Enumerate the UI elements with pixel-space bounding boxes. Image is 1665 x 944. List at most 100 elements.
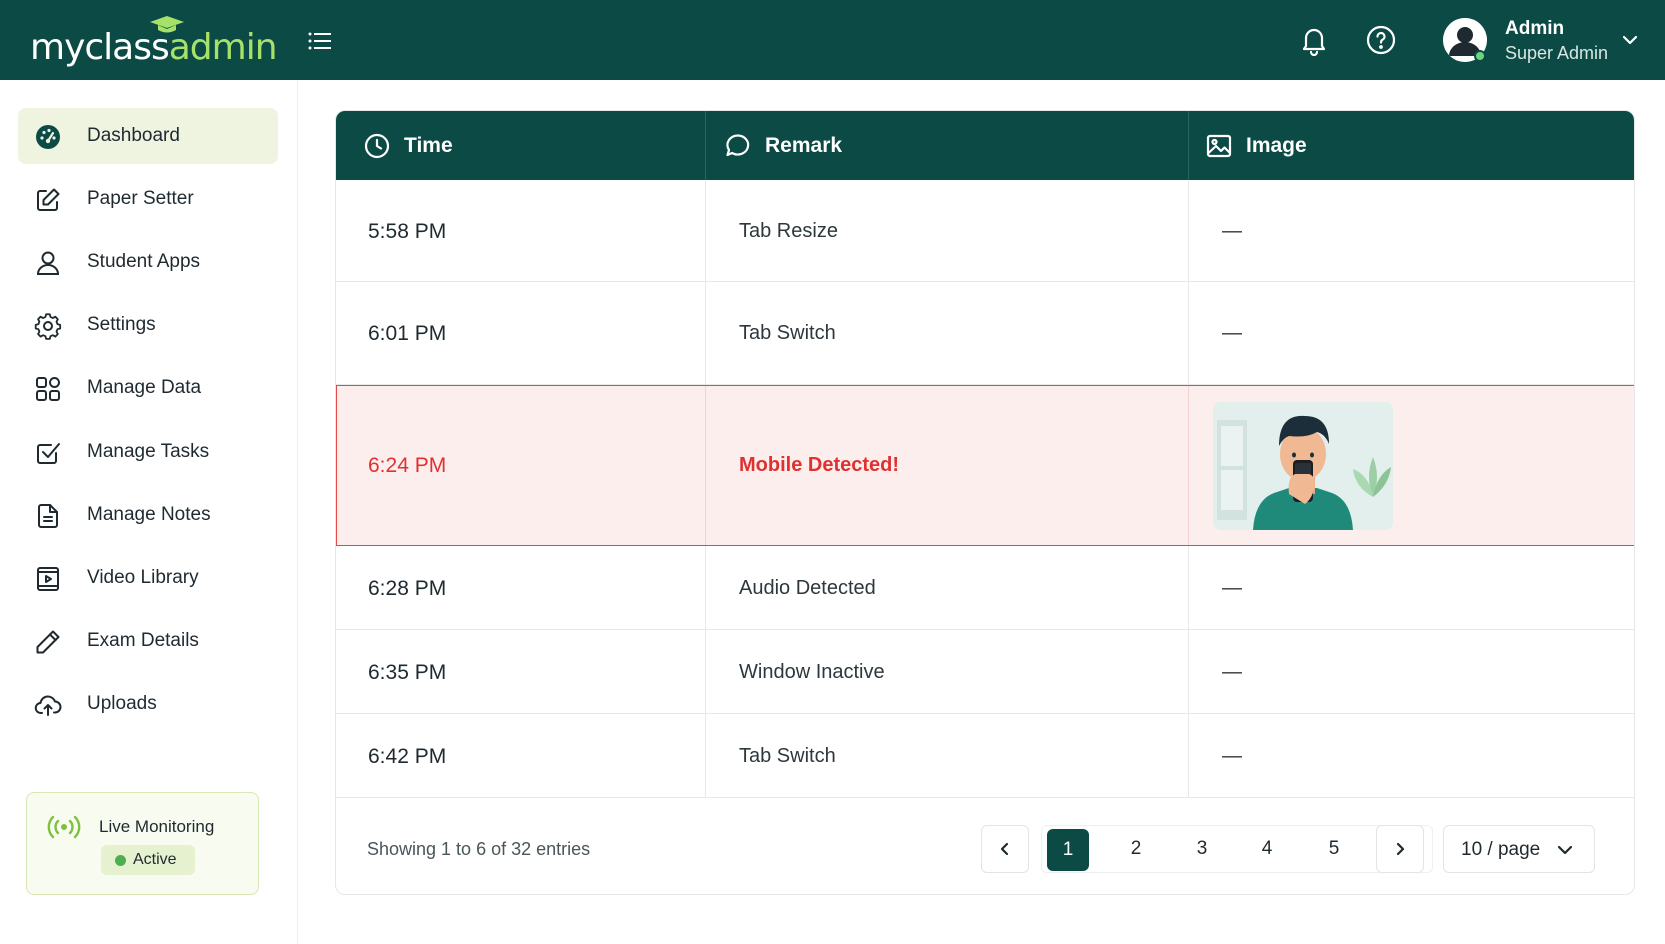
sidebar-item-paper-setter[interactable]: Paper Setter	[18, 171, 278, 227]
pagination-info: Showing 1 to 6 of 32 entries	[367, 839, 591, 859]
sidebar-item-label: Video Library	[87, 567, 199, 588]
column-divider	[705, 546, 706, 629]
chevron-left-icon	[1000, 842, 1009, 856]
top-bar: myclass admin Admin Super Admin	[0, 0, 1665, 80]
column-divider	[1188, 386, 1189, 545]
page-size-select[interactable]: 10 / page	[1443, 825, 1595, 873]
column-header-remark[interactable]: Remark	[725, 111, 842, 180]
sidebar-item-label: Settings	[87, 314, 156, 335]
table-row[interactable]: 6:42 PM Tab Switch —	[336, 714, 1634, 798]
menu-toggle-icon[interactable]	[308, 30, 332, 52]
cell-image-empty: —	[1222, 220, 1242, 242]
edit-icon	[37, 188, 60, 211]
previous-page-button[interactable]	[981, 825, 1029, 873]
comment-icon	[726, 133, 750, 156]
table-row[interactable]: 6:35 PM Window Inactive —	[336, 630, 1634, 714]
cell-remark-alert: Mobile Detected!	[739, 454, 900, 476]
column-divider	[705, 386, 706, 545]
next-page-button[interactable]	[1376, 825, 1424, 873]
broadcast-icon	[47, 815, 81, 839]
pencil-icon	[36, 630, 60, 654]
sidebar-item-label: Exam Details	[87, 630, 199, 651]
column-label-time: Time	[404, 133, 453, 157]
cell-remark: Tab Switch	[739, 745, 836, 767]
status-dot	[115, 855, 126, 866]
column-divider	[1188, 714, 1189, 797]
user-role: Super Admin	[1505, 43, 1609, 63]
column-header-time[interactable]: Time	[364, 111, 453, 180]
sidebar-item-manage-data[interactable]: Manage Data	[18, 360, 278, 416]
cell-remark: Tab Switch	[739, 322, 836, 344]
chevron-down-icon	[1557, 845, 1573, 855]
status-label: Active	[133, 851, 177, 868]
sidebar-item-label: Dashboard	[87, 125, 180, 146]
page-button-2[interactable]: 2	[1112, 825, 1160, 873]
table-row[interactable]: 6:28 PM Audio Detected —	[336, 546, 1634, 630]
sidebar-item-label: Uploads	[87, 693, 157, 714]
sidebar-item-label: Manage Data	[87, 377, 202, 398]
table-row-alert[interactable]: 6:24 PM Mobile Detected!	[336, 385, 1634, 546]
column-divider	[705, 180, 706, 281]
user-name[interactable]: Admin	[1505, 18, 1564, 40]
cell-remark: Tab Resize	[739, 220, 838, 242]
sidebar-item-settings[interactable]: Settings	[18, 297, 278, 353]
clock-icon	[364, 133, 390, 158]
sidebar-item-manage-notes[interactable]: Manage Notes	[18, 487, 278, 543]
gear-icon	[34, 313, 62, 340]
sidebar-item-video-library[interactable]: Video Library	[18, 550, 278, 606]
column-divider	[705, 714, 706, 797]
cell-remark: Audio Detected	[739, 577, 876, 599]
image-icon	[1206, 134, 1232, 157]
column-header-image[interactable]: Image	[1206, 111, 1307, 180]
dashboard-icon	[36, 125, 60, 149]
cell-remark: Window Inactive	[739, 661, 885, 683]
sidebar: Dashboard Paper Setter Student Apps Sett…	[0, 80, 298, 944]
cell-time: 6:35 PM	[368, 661, 447, 684]
graduation-cap-icon	[150, 16, 184, 33]
bell-icon[interactable]	[1298, 24, 1330, 56]
activity-log-table: Time Remark Image 5:58 PM Tab Resize — 6…	[335, 110, 1635, 895]
note-icon	[38, 504, 58, 528]
chevron-down-icon[interactable]	[1620, 32, 1640, 48]
page-button-1[interactable]: 1	[1047, 829, 1089, 871]
table-row[interactable]: 5:58 PM Tab Resize —	[336, 180, 1634, 282]
cell-image-empty: —	[1222, 322, 1242, 344]
column-divider	[705, 282, 706, 384]
video-icon	[37, 567, 59, 591]
chevron-right-icon	[1396, 842, 1405, 856]
sidebar-item-uploads[interactable]: Uploads	[18, 676, 278, 732]
logo-text: myclass	[30, 27, 170, 68]
sidebar-item-dashboard[interactable]: Dashboard	[18, 108, 278, 164]
user-icon	[36, 251, 60, 275]
sidebar-item-student-apps[interactable]: Student Apps	[18, 234, 278, 290]
page-button-3[interactable]: 3	[1178, 825, 1226, 873]
page-size-value: 10 / page	[1461, 839, 1541, 860]
page-button-5[interactable]: 5	[1310, 825, 1358, 873]
checkbox-icon	[37, 443, 60, 464]
cell-image-empty: —	[1222, 661, 1242, 683]
sidebar-item-label: Paper Setter	[87, 188, 194, 209]
cell-image-empty: —	[1222, 745, 1242, 767]
online-status-dot	[1474, 50, 1486, 62]
live-monitoring-card[interactable]: Live Monitoring Active	[26, 792, 259, 895]
grid-icon	[36, 377, 60, 401]
detection-snapshot-image[interactable]	[1213, 402, 1393, 530]
page-button-4[interactable]: 4	[1243, 825, 1291, 873]
sidebar-item-manage-tasks[interactable]: Manage Tasks	[18, 424, 278, 480]
column-divider	[705, 630, 706, 713]
sidebar-item-label: Student Apps	[87, 251, 201, 272]
column-divider	[1188, 111, 1189, 180]
column-label-image: Image	[1246, 133, 1307, 157]
sidebar-item-label: Manage Tasks	[87, 441, 210, 462]
logo-accent-text: admin	[168, 27, 278, 68]
column-divider	[1188, 282, 1189, 384]
sidebar-item-exam-details[interactable]: Exam Details	[18, 613, 278, 669]
live-monitoring-label: Live Monitoring	[99, 817, 215, 836]
column-divider	[705, 111, 706, 180]
help-icon[interactable]	[1365, 24, 1397, 56]
column-divider	[1188, 546, 1189, 629]
status-badge: Active	[101, 845, 195, 875]
table-row[interactable]: 6:01 PM Tab Switch —	[336, 282, 1634, 385]
cell-time: 5:58 PM	[368, 220, 447, 243]
upload-cloud-icon	[34, 695, 62, 716]
